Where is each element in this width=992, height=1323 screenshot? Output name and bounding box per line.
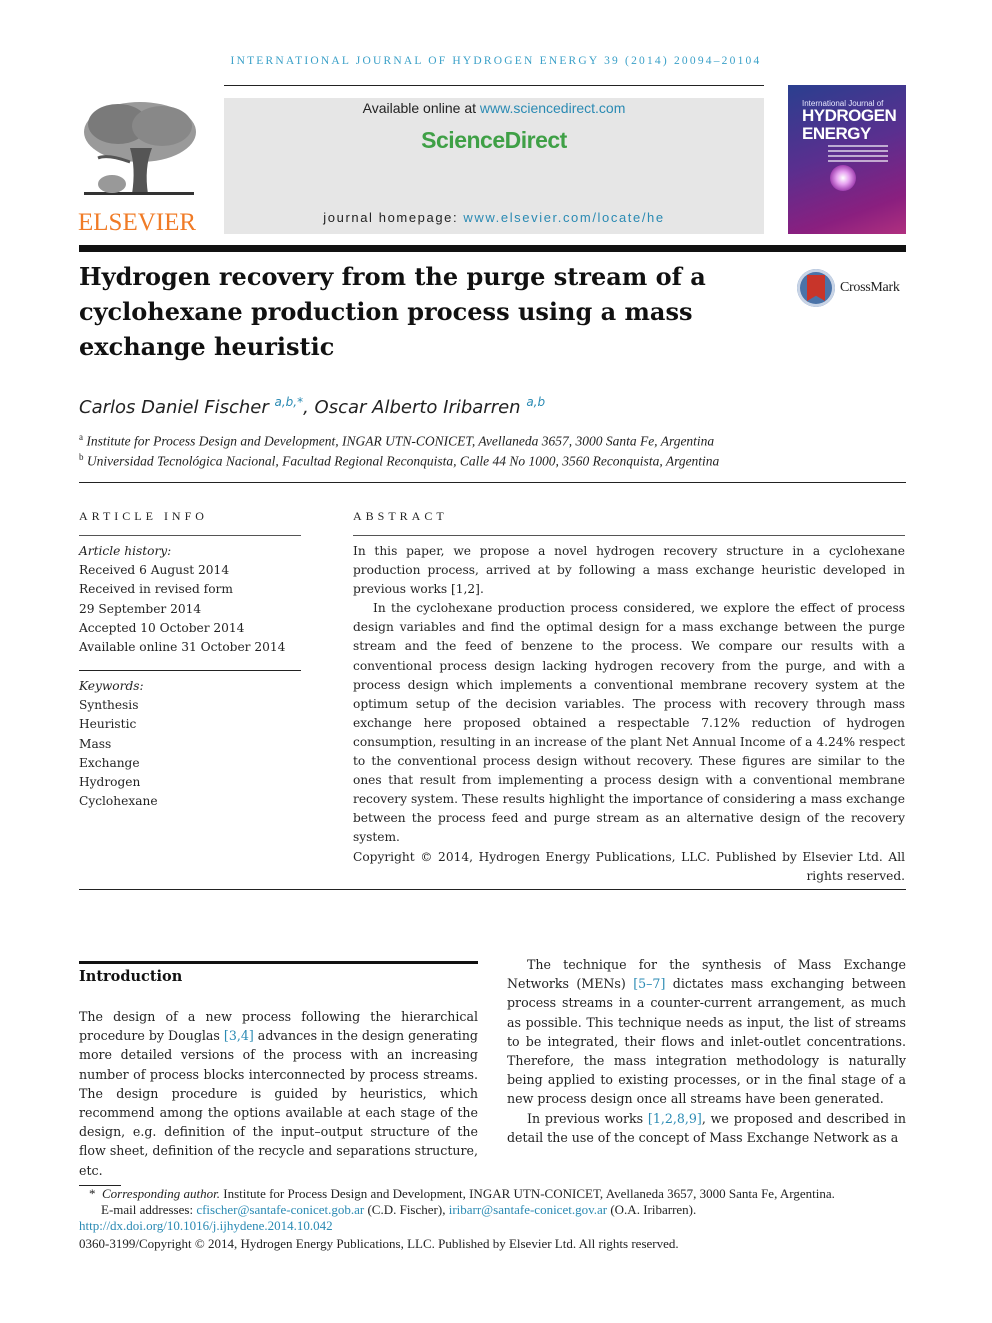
- history-item: Received 6 August 2014: [79, 563, 230, 578]
- keyword: Mass: [79, 736, 112, 751]
- corresponding-label: Corresponding author.: [102, 1186, 220, 1201]
- body-text: advances in the design generating more d…: [79, 1028, 478, 1178]
- history-item: Accepted 10 October 2014: [79, 620, 245, 635]
- elsevier-logo[interactable]: ELSEVIER: [78, 98, 202, 238]
- running-head: INTERNATIONAL JOURNAL OF HYDROGEN ENERGY…: [230, 55, 762, 67]
- affiliation: b Universidad Tecnológica Nacional, Facu…: [79, 452, 719, 470]
- article-history-label: Article history:: [79, 544, 172, 558]
- email-owner: (O.A. Iribarren).: [607, 1201, 697, 1217]
- journal-homepage-label: journal homepage:: [323, 210, 464, 225]
- sciencedirect-logo[interactable]: ScienceDirect: [224, 127, 764, 154]
- article-history: Article history: Received 6 August 2014 …: [79, 542, 301, 657]
- keyword: Exchange: [79, 755, 140, 770]
- abstract-copyright: Copyright © 2014, Hydrogen Energy Public…: [353, 849, 905, 883]
- email-label: E-mail addresses:: [101, 1201, 197, 1217]
- crossmark-button[interactable]: CrossMark: [797, 268, 917, 308]
- footnote-star: *: [89, 1186, 96, 1201]
- article-info-heading: ARTICLE INFO: [79, 509, 208, 523]
- history-item: Available online 31 October 2014: [79, 640, 286, 655]
- author-affiliation-marks[interactable]: a,b: [526, 395, 545, 409]
- issn-copyright: 0360-3199/Copyright © 2014, Hydrogen Ene…: [79, 1236, 679, 1252]
- email-link[interactable]: cfischer@santafe-conicet.gob.ar: [196, 1202, 364, 1217]
- keywords-divider: [79, 670, 301, 671]
- crossmark-icon: [797, 269, 835, 307]
- history-item: Received in revised form: [79, 582, 233, 597]
- article-info-divider: [79, 535, 301, 536]
- journal-homepage: journal homepage: www.elsevier.com/locat…: [224, 210, 764, 225]
- keyword: Heuristic: [79, 717, 137, 732]
- author-affiliation-marks[interactable]: a,b,*: [274, 395, 303, 409]
- author-separator: ,: [303, 397, 315, 418]
- sciencedirect-link[interactable]: www.sciencedirect.com: [480, 100, 626, 116]
- introduction-rule: [79, 961, 478, 964]
- affiliation-mark: a: [79, 432, 83, 442]
- article-title: Hydrogen recovery from the purge stream …: [79, 262, 706, 361]
- available-online-label: Available online at: [362, 100, 480, 116]
- footnotes: * Corresponding author. Institute for Pr…: [79, 1186, 909, 1252]
- affiliation-text: Universidad Tecnológica Nacional, Facult…: [86, 453, 720, 469]
- history-item: 29 September 2014: [79, 601, 202, 616]
- journal-homepage-link[interactable]: www.elsevier.com/locate/he: [463, 210, 664, 225]
- author-list: Carlos Daniel Fischer a,b,*, Oscar Alber…: [79, 395, 545, 418]
- abstract-paragraph: In this paper, we propose a novel hydrog…: [353, 544, 905, 597]
- keyword: Synthesis: [79, 698, 139, 713]
- body-text: In previous works: [527, 1110, 648, 1126]
- body-paragraph: In previous works [1,2,8,9], we proposed…: [507, 1109, 906, 1147]
- cover-title: HYDROGEN ENERGY: [802, 106, 897, 143]
- author-name[interactable]: Oscar Alberto Iribarren: [315, 397, 521, 418]
- affiliation-mark: b: [79, 452, 84, 462]
- abstract-heading: ABSTRACT: [353, 509, 448, 523]
- abstract-body: In this paper, we propose a novel hydrog…: [353, 542, 905, 886]
- corresponding-author-note: * Corresponding author. Institute for Pr…: [79, 1186, 909, 1202]
- keywords-label: Keywords:: [79, 679, 144, 693]
- cover-title-line2: ENERGY: [802, 124, 871, 143]
- affiliations-divider: [79, 482, 906, 483]
- body-paragraph: The design of a new process following th…: [79, 1007, 478, 1180]
- elsevier-tree-icon: [78, 98, 200, 204]
- introduction-right-column: The technique for the synthesis of Mass …: [507, 955, 906, 1147]
- introduction-left-column: The design of a new process following th…: [79, 1007, 478, 1180]
- introduction-heading: Introduction: [79, 968, 183, 985]
- cover-editor-lines: [828, 145, 888, 165]
- corresponding-text: Institute for Process Design and Develop…: [219, 1186, 835, 1201]
- keyword: Cyclohexane: [79, 794, 158, 809]
- cover-orb-graphic: [830, 165, 856, 191]
- abstract-bottom-divider: [79, 889, 906, 890]
- keywords: Keywords: Synthesis Heuristic Mass Excha…: [79, 677, 301, 811]
- available-online: Available online at www.sciencedirect.co…: [224, 100, 764, 116]
- email-owner: (C.D. Fischer),: [364, 1201, 449, 1217]
- email-link[interactable]: iribarr@santafe-conicet.gov.ar: [449, 1202, 607, 1217]
- crossmark-label: CrossMark: [840, 280, 900, 295]
- header-thick-rule: [79, 245, 906, 252]
- body-paragraph: The technique for the synthesis of Mass …: [507, 955, 906, 1109]
- affiliation-text: Institute for Process Design and Develop…: [86, 433, 715, 449]
- affiliation: a Institute for Process Design and Devel…: [79, 432, 714, 450]
- header-top-rule: [224, 85, 764, 86]
- doi-link[interactable]: http://dx.doi.org/10.1016/j.ijhydene.201…: [79, 1218, 333, 1233]
- journal-cover[interactable]: International Journal of HYDROGEN ENERGY: [788, 85, 906, 234]
- keyword: Hydrogen: [79, 775, 141, 790]
- abstract-divider: [353, 535, 905, 536]
- email-addresses: E-mail addresses: cfischer@santafe-conic…: [79, 1202, 909, 1218]
- author-name[interactable]: Carlos Daniel Fischer: [79, 397, 269, 418]
- elsevier-wordmark: ELSEVIER: [78, 209, 197, 236]
- citation-link[interactable]: [3,4]: [224, 1028, 254, 1043]
- citation-link[interactable]: [5–7]: [633, 976, 665, 991]
- citation-link[interactable]: [1,2,8,9]: [648, 1111, 702, 1126]
- body-text: dictates mass exchanging between process…: [507, 976, 906, 1107]
- doi-line: http://dx.doi.org/10.1016/j.ijhydene.201…: [79, 1218, 909, 1234]
- cover-title-line1: HYDROGEN: [802, 106, 897, 125]
- abstract-paragraph: In the cyclohexane production process co…: [353, 601, 905, 845]
